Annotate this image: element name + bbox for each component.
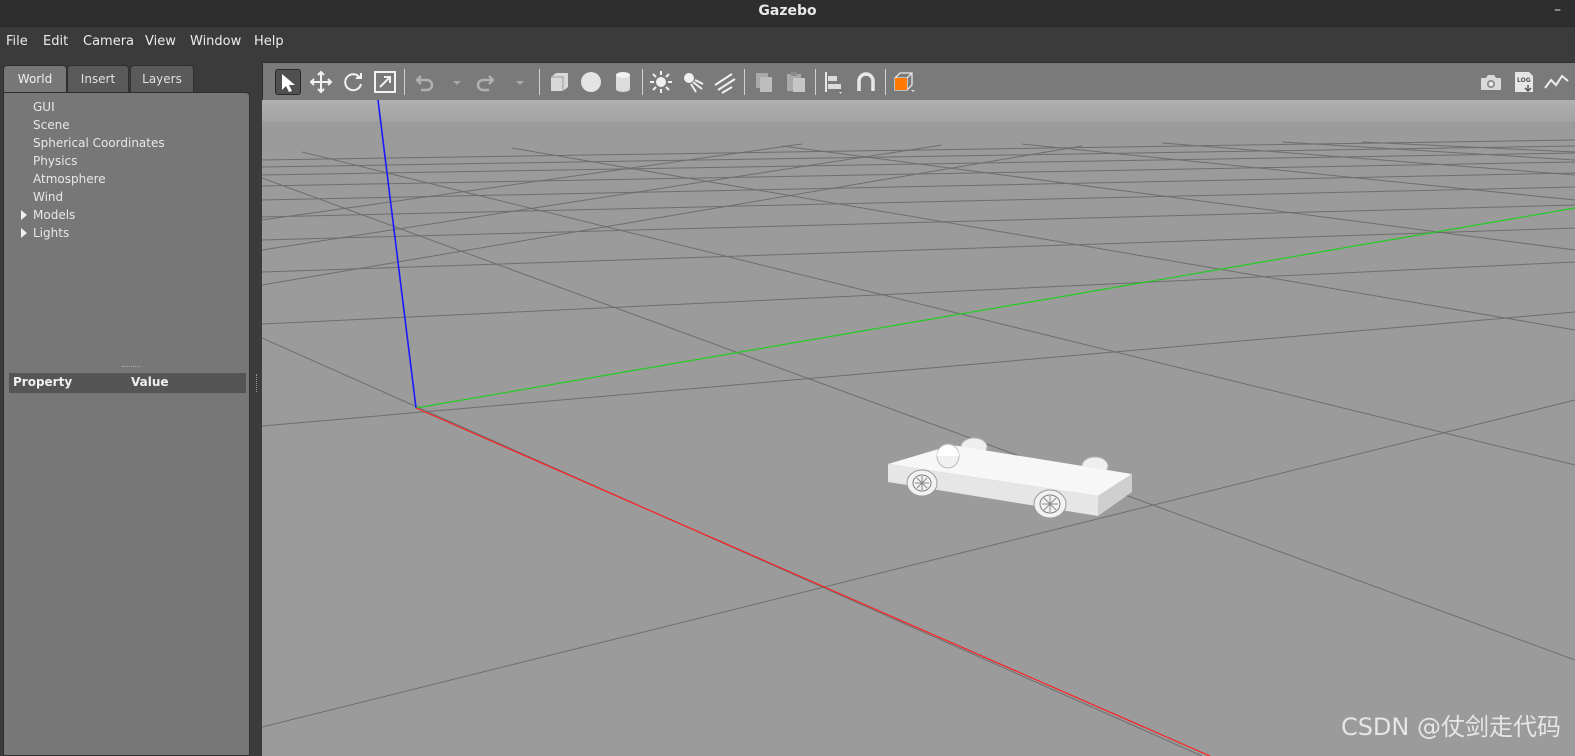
paste-icon[interactable] [783,69,809,95]
left-panel: World Insert Layers GUI Scene Spherical … [0,62,260,756]
tree-item-lights[interactable]: Lights [33,226,69,240]
tree-item-models[interactable]: Models [33,208,75,222]
translate-mode-icon[interactable] [308,69,334,95]
undo-dropdown-icon[interactable] [444,69,461,95]
menu-view[interactable]: View [145,34,176,49]
minimize-button[interactable]: – [1554,2,1561,18]
property-column-header: Property [13,375,73,389]
tab-world[interactable]: World [3,65,67,92]
menu-help[interactable]: Help [254,34,284,49]
tree-item-gui[interactable]: GUI [33,100,55,114]
wheel-front-right [1033,489,1067,519]
point-light-icon[interactable] [648,69,674,95]
horizon-band [262,100,1575,122]
tree-item-scene[interactable]: Scene [33,118,70,132]
scene-viewport[interactable]: CSDN @仗剑走代码 [262,100,1575,756]
z-axis [377,100,417,409]
expand-arrow-icon[interactable] [21,228,27,238]
undo-icon[interactable] [411,69,437,95]
menu-file[interactable]: File [6,34,28,49]
window-title: Gazebo [758,3,817,19]
scene-canvas[interactable] [262,100,1575,756]
directional-light-icon[interactable] [712,69,738,95]
property-table-header: Property Value [9,373,246,393]
value-column-header: Value [131,375,169,389]
box-shape-icon[interactable] [546,69,572,95]
log-icon[interactable]: LOG [1511,69,1537,95]
window-title-bar: Gazebo – [0,0,1575,27]
cylinder-shape-icon[interactable] [610,69,636,95]
select-mode-icon[interactable] [275,69,301,95]
y-axis [415,207,1575,409]
snap-icon[interactable] [853,69,879,95]
tree-item-physics[interactable]: Physics [33,154,77,168]
redo-dropdown-icon[interactable] [507,69,524,95]
world-tree-panel: GUI Scene Spherical Coordinates Physics … [3,92,250,756]
wheel-front-left [906,469,938,497]
menu-bar: File Edit Camera View Window Help [0,27,1575,62]
tree-item-spherical-coordinates[interactable]: Spherical Coordinates [33,136,165,150]
menu-camera[interactable]: Camera [83,34,134,49]
redo-icon[interactable] [473,69,499,95]
watermark: CSDN @仗剑走代码 [1340,713,1561,741]
align-icon[interactable] [821,69,847,95]
sphere-shape-icon[interactable] [578,69,604,95]
menu-window[interactable]: Window [190,34,241,49]
splitter-handle[interactable] [122,366,140,369]
ground-grid [262,139,1575,756]
tree-item-atmosphere[interactable]: Atmosphere [33,172,106,186]
svg-text:LOG: LOG [1517,77,1531,84]
copy-icon[interactable] [751,69,777,95]
spot-light-icon[interactable] [680,69,706,95]
tab-insert[interactable]: Insert [67,65,129,92]
rotate-mode-icon[interactable] [340,69,366,95]
expand-arrow-icon[interactable] [21,210,27,220]
menu-edit[interactable]: Edit [43,34,68,49]
toolbar: LOG [262,62,1575,100]
screenshot-icon[interactable] [1478,69,1504,95]
panel-resize-handle[interactable] [256,374,259,392]
tree-item-wind[interactable]: Wind [33,190,63,204]
plot-icon[interactable] [1543,69,1569,95]
tab-layers[interactable]: Layers [130,65,194,92]
view-angle-icon[interactable] [891,69,917,95]
scale-mode-icon[interactable] [372,69,398,95]
car-model [888,437,1132,519]
